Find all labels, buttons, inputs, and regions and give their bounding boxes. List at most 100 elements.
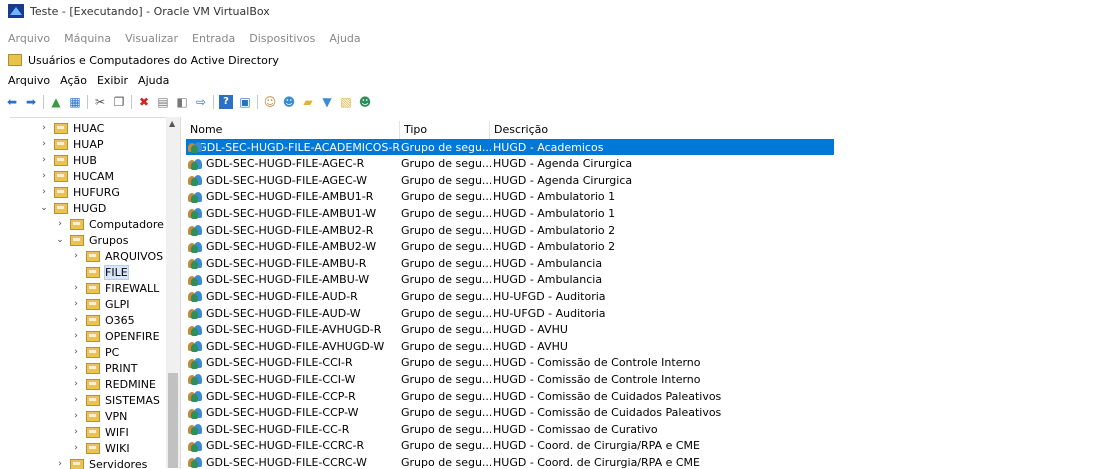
table-row[interactable]: GDL-SEC-HUGD-FILE-AUD-WGrupo de segu...H… [186,305,833,321]
tree-item-file[interactable]: FILE [70,264,128,280]
expand-chevron-icon[interactable]: › [38,155,50,165]
vbox-menu-entrada[interactable]: Entrada [192,32,235,45]
tree-item-servidores[interactable]: ›Servidores [54,456,147,469]
expand-chevron-icon[interactable]: › [70,251,82,261]
refresh-icon[interactable]: ◧ [175,95,189,109]
expand-chevron-icon[interactable]: › [70,331,82,341]
expand-chevron-icon[interactable]: › [38,123,50,133]
expand-chevron-icon[interactable]: › [38,171,50,181]
expand-chevron-icon[interactable]: › [70,443,82,453]
tree-item-glpi[interactable]: ›GLPI [70,296,130,312]
table-row[interactable]: GDL-SEC-HUGD-FILE-AMBU2-WGrupo de segu..… [186,239,833,255]
menu-acao[interactable]: Ação [60,74,87,87]
tree-item-print[interactable]: ›PRINT [70,360,137,376]
expand-chevron-icon[interactable]: › [70,411,82,421]
back-arrow-icon[interactable]: ⬅ [5,95,19,109]
type-cell: Grupo de segu... [400,257,491,270]
table-row[interactable]: GDL-SEC-HUGD-FILE-AVHUGD-RGrupo de segu.… [186,322,833,338]
tree-item-hub[interactable]: ›HUB [38,152,97,168]
table-row[interactable]: GDL-SEC-HUGD-FILE-AUD-RGrupo de segu...H… [186,288,833,304]
table-row[interactable]: GDL-SEC-HUGD-FILE-CC-RGrupo de segu...HU… [186,421,833,437]
table-row[interactable]: GDL-SEC-HUGD-FILE-AMBU1-WGrupo de segu..… [186,205,833,221]
copy-icon[interactable]: ❐ [112,95,126,109]
tree-pane[interactable]: ›HUAC ›HUAP ›HUB ›HUCAM ›HUFURG ⌄HUGD ›C… [10,117,181,469]
tree-item-grupos[interactable]: ⌄Grupos [54,232,128,248]
collapse-chevron-icon[interactable]: ⌄ [54,235,66,245]
tree-item-redmine[interactable]: ›REDMINE [70,376,156,392]
table-row[interactable]: GDL-SEC-HUGD-FILE-AMBU2-RGrupo de segu..… [186,222,833,238]
vbox-menu-dispositivos[interactable]: Dispositivos [249,32,315,45]
forward-arrow-icon[interactable]: ➡ [24,95,38,109]
table-row[interactable]: GDL-SEC-HUGD-FILE-AMBU-WGrupo de segu...… [186,272,833,288]
expand-chevron-icon[interactable]: › [70,363,82,373]
tree-item-huac[interactable]: ›HUAC [38,120,104,136]
description-cell: HUGD - Coord. de Cirurgia/RPA e CME [491,439,833,452]
expand-chevron-icon[interactable]: › [70,379,82,389]
expand-chevron-icon[interactable]: › [70,315,82,325]
collapse-chevron-icon[interactable]: ⌄ [38,203,50,213]
menu-ajuda[interactable]: Ajuda [138,74,169,87]
table-row[interactable]: GDL-SEC-HUGD-FILE-AVHUGD-WGrupo de segu.… [186,338,833,354]
table-row[interactable]: GDL-SEC-HUGD-FILE-AGEC-WGrupo de segu...… [186,172,833,188]
table-row[interactable]: GDL-SEC-HUGD-FILE-AGEC-RGrupo de segu...… [186,156,833,172]
export-icon[interactable]: ⇨ [194,95,208,109]
new-ou-icon[interactable]: ▰ [301,95,315,109]
delete-icon[interactable]: ✖ [137,95,151,109]
expand-chevron-icon[interactable]: › [54,219,66,229]
tree-item-wifi[interactable]: ›WIFI [70,424,129,440]
tree-item-hugd[interactable]: ⌄HUGD [38,200,106,216]
add-group-icon[interactable]: ☻ [282,95,296,109]
tree-item-pc[interactable]: ›PC [70,344,119,360]
table-row[interactable]: GDL-SEC-HUGD-FILE-ACADEMICOS-RGrupo de s… [186,139,834,155]
scrollbar-thumb[interactable] [168,373,178,468]
vbox-menu-ajuda[interactable]: Ajuda [329,32,360,45]
expand-chevron-icon[interactable]: › [38,139,50,149]
table-row[interactable]: GDL-SEC-HUGD-FILE-AMBU1-RGrupo de segu..… [186,189,833,205]
tree-item-openfire[interactable]: ›OPENFIRE [70,328,160,344]
tree-scrollbar[interactable]: ▲ [166,117,180,468]
console-icon[interactable]: ▣ [238,95,252,109]
table-row[interactable]: GDL-SEC-HUGD-FILE-CCRC-WGrupo de segu...… [186,454,833,468]
vbox-menu-maquina[interactable]: Máquina [64,32,111,45]
table-row[interactable]: GDL-SEC-HUGD-FILE-CCI-RGrupo de segu...H… [186,355,833,371]
expand-chevron-icon[interactable]: › [70,395,82,405]
tree-item-computadores[interactable]: ›Computadore [54,216,164,232]
add-user-icon[interactable]: ☺ [263,95,277,109]
table-row[interactable]: GDL-SEC-HUGD-FILE-AMBU-RGrupo de segu...… [186,255,833,271]
tree-item-o365[interactable]: ›O365 [70,312,135,328]
up-folder-icon[interactable]: ▲ [49,95,63,109]
tree-item-hufurg[interactable]: ›HUFURG [38,184,120,200]
vbox-menu-visualizar[interactable]: Visualizar [125,32,178,45]
tree-item-wiki[interactable]: ›WIKI [70,440,130,456]
tree-item-huap[interactable]: ›HUAP [38,136,103,152]
tree-item-sistemas[interactable]: ›SISTEMAS [70,392,160,408]
folder-icon [54,123,68,134]
tree-item-arquivos[interactable]: ›ARQUIVOS [70,248,163,264]
table-row[interactable]: GDL-SEC-HUGD-FILE-CCRC-RGrupo de segu...… [186,438,833,454]
expand-chevron-icon[interactable]: › [70,283,82,293]
expand-chevron-icon[interactable]: › [70,427,82,437]
tree-item-hucam[interactable]: ›HUCAM [38,168,114,184]
column-header-nome[interactable]: Nome [186,121,400,139]
table-row[interactable]: GDL-SEC-HUGD-FILE-CCI-WGrupo de segu...H… [186,371,833,387]
table-row[interactable]: GDL-SEC-HUGD-FILE-CCP-RGrupo de segu...H… [186,388,833,404]
menu-arquivo[interactable]: Arquivo [8,74,50,87]
expand-chevron-icon[interactable]: › [70,347,82,357]
expand-chevron-icon[interactable]: › [38,187,50,197]
scroll-up-icon[interactable]: ▲ [169,119,175,128]
tree-item-firewall[interactable]: ›FIREWALL [70,280,159,296]
table-row[interactable]: GDL-SEC-HUGD-FILE-CCP-WGrupo de segu...H… [186,405,833,421]
tree-item-vpn[interactable]: ›VPN [70,408,127,424]
column-header-tipo[interactable]: Tipo [400,121,490,139]
menu-exibir[interactable]: Exibir [97,74,128,87]
expand-chevron-icon[interactable]: › [70,299,82,309]
cut-icon[interactable]: ✂ [93,95,107,109]
filter-icon[interactable]: ▼ [320,95,334,109]
vbox-menu-arquivo[interactable]: Arquivo [8,32,50,45]
help-icon[interactable]: ? [219,95,233,109]
column-header-descricao[interactable]: Descrição [490,121,836,139]
delegate-icon[interactable]: ☻ [358,95,372,109]
new-object-icon[interactable]: ▧ [339,95,353,109]
properties-icon[interactable]: ▤ [156,95,170,109]
show-tree-icon[interactable]: ▦ [68,95,82,109]
